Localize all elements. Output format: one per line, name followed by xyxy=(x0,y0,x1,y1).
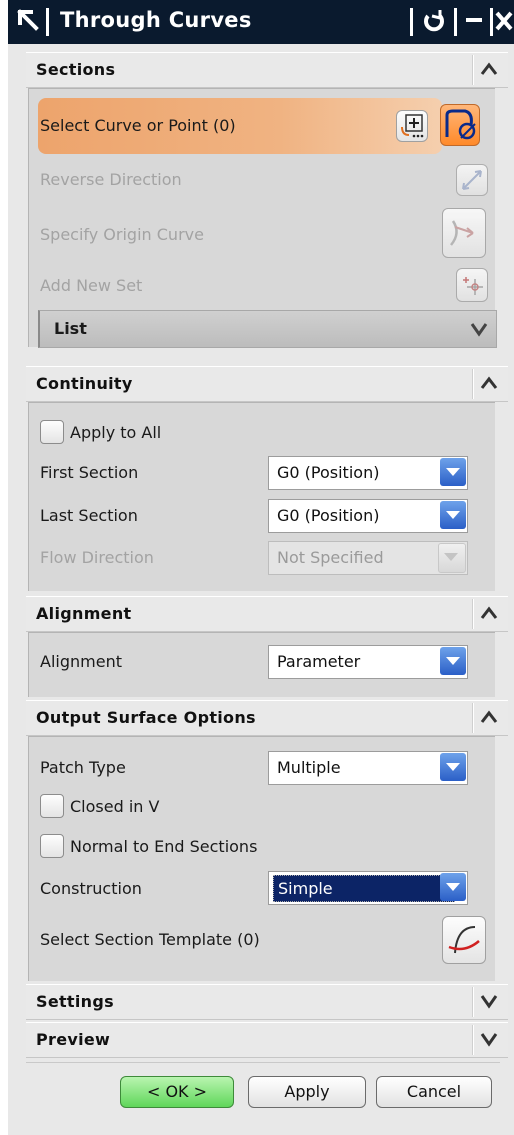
close-icon[interactable] xyxy=(494,4,514,38)
reverse-direction-label: Reverse Direction xyxy=(40,170,182,189)
title-divider xyxy=(410,8,413,36)
normal-end-label: Normal to End Sections xyxy=(70,837,258,856)
chevron-up-icon[interactable] xyxy=(480,60,498,78)
preview-header[interactable]: Preview xyxy=(26,1022,508,1058)
apply-all-label: Apply to All xyxy=(70,423,162,442)
section-template-label: Select Section Template (0) xyxy=(40,930,260,949)
construction-label: Construction xyxy=(40,879,142,898)
section-template-button[interactable] xyxy=(442,916,486,964)
title-divider xyxy=(454,8,457,36)
reverse-direction-button[interactable] xyxy=(456,164,488,196)
apply-all-checkbox[interactable] xyxy=(40,420,64,444)
last-section-value: G0 (Position) xyxy=(277,506,380,525)
title-bar[interactable]: Through Curves xyxy=(8,0,514,44)
closed-v-checkbox[interactable] xyxy=(40,794,64,818)
header-divider xyxy=(472,599,474,629)
dropdown-button[interactable] xyxy=(440,873,466,901)
origin-curve-icon xyxy=(450,220,474,246)
header-divider xyxy=(472,703,474,733)
chevron-down-icon xyxy=(446,883,460,891)
list-toggle[interactable]: List xyxy=(38,310,497,348)
continuity-header-label: Continuity xyxy=(36,374,133,393)
output-options-header-label: Output Surface Options xyxy=(36,708,256,727)
flow-direction-label: Flow Direction xyxy=(40,548,154,567)
alignment-header[interactable]: Alignment xyxy=(26,596,508,632)
select-curve-row[interactable]: Select Curve or Point (0) xyxy=(38,98,442,154)
patch-type-select[interactable]: Multiple xyxy=(268,751,468,785)
chevron-up-icon[interactable] xyxy=(480,374,498,392)
specify-origin-button[interactable] xyxy=(442,208,486,258)
chevron-down-icon xyxy=(446,511,460,519)
dropdown-button[interactable] xyxy=(440,501,466,529)
chevron-down-icon xyxy=(444,553,458,561)
add-set-icon xyxy=(463,277,483,295)
section-template-icon xyxy=(448,926,480,954)
chevron-down-icon[interactable] xyxy=(480,992,498,1010)
point-dialog-button[interactable] xyxy=(396,110,428,142)
minimize-icon[interactable] xyxy=(460,4,488,38)
alignment-select[interactable]: Parameter xyxy=(268,645,468,679)
curve-select-button[interactable] xyxy=(440,104,480,146)
flow-direction-value: Not Specified xyxy=(277,548,384,567)
header-divider xyxy=(472,55,474,85)
dropdown-button[interactable] xyxy=(438,543,466,573)
sections-header-label: Sections xyxy=(36,60,116,79)
reverse-arrows-icon xyxy=(462,170,482,190)
last-section-select[interactable]: G0 (Position) xyxy=(268,499,468,533)
patch-type-value: Multiple xyxy=(277,758,341,777)
cancel-button[interactable]: Cancel xyxy=(376,1076,492,1108)
output-options-header[interactable]: Output Surface Options xyxy=(26,700,508,736)
title-divider xyxy=(46,8,49,36)
chevron-down-icon[interactable] xyxy=(480,1030,498,1048)
list-label: List xyxy=(54,319,87,338)
chevron-up-icon[interactable] xyxy=(480,604,498,622)
closed-v-label: Closed in V xyxy=(70,797,160,816)
chevron-up-icon[interactable] xyxy=(480,708,498,726)
select-curve-label: Select Curve or Point (0) xyxy=(40,116,236,135)
ok-button[interactable]: < OK > xyxy=(120,1076,234,1108)
alignment-label: Alignment xyxy=(40,652,122,671)
point-constructor-icon xyxy=(401,114,424,138)
construction-value: Simple xyxy=(273,875,455,902)
through-curves-dialog: Through Curves Sections Select Curve or … xyxy=(0,0,514,1135)
dropdown-button[interactable] xyxy=(440,458,466,486)
chevron-down-icon xyxy=(446,763,460,771)
title-divider xyxy=(490,8,493,36)
first-section-value: G0 (Position) xyxy=(277,463,380,482)
construction-select[interactable]: Simple xyxy=(268,871,468,905)
dropdown-button[interactable] xyxy=(440,647,466,675)
chevron-down-icon xyxy=(470,323,488,337)
settings-header-label: Settings xyxy=(36,992,114,1011)
first-section-label: First Section xyxy=(40,463,139,482)
normal-end-checkbox[interactable] xyxy=(40,834,64,858)
preview-header-label: Preview xyxy=(36,1030,111,1049)
sections-header[interactable]: Sections xyxy=(26,52,508,88)
cursor-arrow-icon xyxy=(17,9,39,31)
header-divider xyxy=(472,987,474,1017)
patch-type-label: Patch Type xyxy=(40,758,126,777)
chevron-down-icon xyxy=(446,468,460,476)
continuity-header[interactable]: Continuity xyxy=(26,366,508,402)
settings-header[interactable]: Settings xyxy=(26,984,508,1020)
reset-icon[interactable] xyxy=(420,4,448,38)
alignment-header-label: Alignment xyxy=(36,604,132,623)
header-divider xyxy=(472,369,474,399)
add-new-set-label: Add New Set xyxy=(40,276,143,295)
chevron-down-icon xyxy=(446,657,460,665)
dialog-title: Through Curves xyxy=(60,8,252,32)
alignment-value: Parameter xyxy=(277,652,361,671)
header-divider xyxy=(472,1025,474,1055)
first-section-select[interactable]: G0 (Position) xyxy=(268,456,468,490)
apply-button[interactable]: Apply xyxy=(248,1076,366,1108)
add-new-set-button[interactable] xyxy=(456,268,488,302)
curve-selection-icon xyxy=(445,109,476,140)
flow-direction-select[interactable]: Not Specified xyxy=(268,541,468,575)
last-section-label: Last Section xyxy=(40,506,138,525)
dropdown-button[interactable] xyxy=(440,753,466,781)
specify-origin-label: Specify Origin Curve xyxy=(40,225,204,244)
